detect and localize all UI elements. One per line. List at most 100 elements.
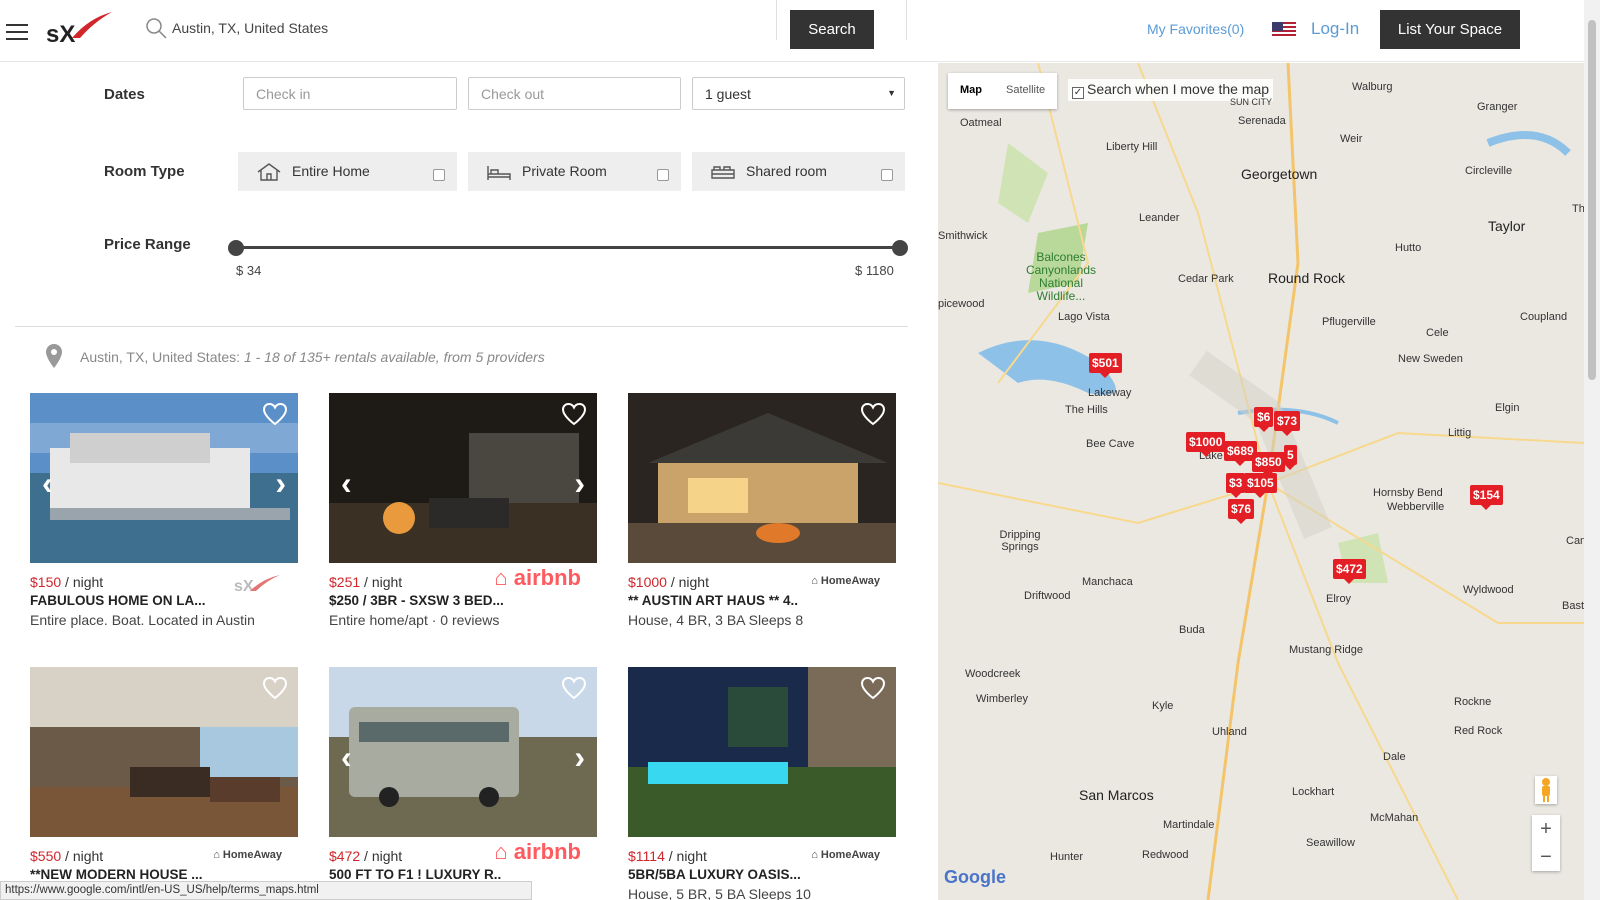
- map-price-pin[interactable]: $105: [1244, 473, 1277, 498]
- house-icon: [256, 162, 282, 185]
- next-photo-arrow-icon[interactable]: ›: [574, 465, 585, 502]
- prev-photo-arrow-icon[interactable]: ‹: [341, 465, 352, 502]
- map-place-label: Dale: [1383, 751, 1406, 763]
- listing-price-unit: / night: [65, 574, 104, 590]
- divider: [15, 326, 908, 327]
- price-slider-track[interactable]: [235, 246, 900, 249]
- room-type-entire-home[interactable]: Entire Home: [238, 152, 457, 191]
- listing-photo[interactable]: [30, 667, 298, 837]
- listing-price-unit: / night: [670, 574, 709, 590]
- map-place-label: Cedar Park: [1178, 273, 1234, 285]
- map-place-label: SUN CITY: [1230, 97, 1273, 107]
- favorite-heart-icon[interactable]: [860, 402, 886, 431]
- map-price-pin[interactable]: 5: [1284, 445, 1297, 470]
- map-price-pin[interactable]: $6: [1254, 407, 1274, 432]
- map-panel[interactable]: Map Satellite ✓ Search when I move the ma…: [938, 63, 1584, 900]
- listing-title[interactable]: 500 FT TO F1 ! LUXURY R..: [329, 867, 597, 882]
- room-type-private-room[interactable]: Private Room: [468, 152, 681, 191]
- favorite-heart-icon[interactable]: [561, 676, 587, 705]
- price-min-handle[interactable]: [228, 240, 244, 256]
- room-type-shared-room[interactable]: Shared room: [692, 152, 905, 191]
- prev-photo-arrow-icon[interactable]: ‹: [341, 739, 352, 776]
- check-out-field[interactable]: Check out: [468, 77, 681, 110]
- listing-photo[interactable]: [628, 393, 896, 563]
- listing-title[interactable]: ** AUSTIN ART HAUS ** 4..: [628, 593, 896, 608]
- check-in-field[interactable]: Check in: [243, 77, 457, 110]
- location-pin-icon: [45, 343, 63, 374]
- list-your-space-button[interactable]: List Your Space: [1380, 10, 1520, 49]
- favorite-heart-icon[interactable]: [860, 676, 886, 705]
- map-place-label: Rockne: [1454, 696, 1492, 708]
- map-type-map[interactable]: Map: [948, 73, 994, 109]
- search-button[interactable]: Search: [790, 10, 874, 49]
- map-place-label: Leander: [1139, 212, 1180, 224]
- listing-card[interactable]: $1114 / night 5BR/5BA LUXURY OASIS... Ho…: [628, 667, 896, 900]
- price-max-value: $ 1180: [855, 263, 894, 278]
- private-room-checkbox[interactable]: [657, 169, 669, 181]
- favorite-heart-icon[interactable]: [262, 676, 288, 705]
- listing-title[interactable]: 5BR/5BA LUXURY OASIS...: [628, 867, 896, 882]
- shared-room-checkbox[interactable]: [881, 169, 893, 181]
- scrollbar-thumb[interactable]: [1588, 20, 1596, 380]
- listing-photo[interactable]: ‹ ›: [329, 667, 597, 837]
- zoom-control[interactable]: + −: [1532, 815, 1560, 871]
- map-type-control[interactable]: Map Satellite: [948, 73, 1058, 109]
- listing-price-amount: $150: [30, 574, 62, 590]
- map-price-pin[interactable]: $472: [1333, 559, 1366, 584]
- login-link[interactable]: Log-In: [1311, 19, 1359, 39]
- map-place-label: Wyldwood: [1463, 584, 1514, 596]
- map-place-label: Lago Vista: [1058, 311, 1110, 323]
- price-max-handle[interactable]: [892, 240, 908, 256]
- listing-subtitle: House, 5 BR, 5 BA Sleeps 10: [628, 886, 811, 900]
- location-search-input[interactable]: [172, 12, 752, 44]
- map-place-label: Littig: [1448, 427, 1472, 439]
- zoom-in-button[interactable]: +: [1532, 815, 1560, 843]
- map-price-pin[interactable]: $3: [1226, 473, 1246, 498]
- room-type-label-private: Private Room: [522, 163, 607, 179]
- listing-card[interactable]: ‹ › $150 / night FABULOUS HOME ON LA... …: [30, 393, 298, 628]
- listing-price-amount: $251: [329, 574, 361, 590]
- listing-card[interactable]: $1000 / night ** AUSTIN ART HAUS ** 4.. …: [628, 393, 896, 628]
- map-place-label: Liberty Hill: [1106, 141, 1158, 153]
- next-photo-arrow-icon[interactable]: ›: [574, 739, 585, 776]
- map-place-label: Circleville: [1465, 165, 1513, 177]
- listing-card[interactable]: ‹ › $251 / night $250 / 3BR - SXSW 3 BED…: [329, 393, 597, 628]
- listing-photo[interactable]: ‹ ›: [30, 393, 298, 563]
- map-price-pin[interactable]: $73: [1274, 411, 1301, 436]
- map-price-pin[interactable]: $154: [1470, 485, 1503, 510]
- favorite-heart-icon[interactable]: [561, 402, 587, 431]
- listing-title[interactable]: **NEW MODERN HOUSE ...: [30, 867, 298, 882]
- sx-logo[interactable]: sX: [44, 8, 114, 48]
- provider-sx-logo: sX: [232, 571, 282, 600]
- listing-title[interactable]: $250 / 3BR - SXSW 3 BED...: [329, 593, 597, 608]
- my-favorites-link[interactable]: My Favorites(0): [1147, 21, 1244, 37]
- page-scrollbar[interactable]: [1584, 0, 1600, 900]
- map-price-pin[interactable]: $850: [1252, 452, 1285, 477]
- listing-subtitle: House, 4 BR, 3 BA Sleeps 8: [628, 612, 804, 628]
- google-logo[interactable]: Google: [944, 867, 1006, 888]
- listing-photo[interactable]: [628, 667, 896, 837]
- us-flag-icon[interactable]: [1272, 22, 1296, 38]
- search-on-move-checkbox[interactable]: ✓: [1072, 87, 1084, 99]
- zoom-out-button[interactable]: −: [1532, 843, 1560, 871]
- prev-photo-arrow-icon[interactable]: ‹: [42, 465, 53, 502]
- next-photo-arrow-icon[interactable]: ›: [275, 465, 286, 502]
- map-price-pin[interactable]: $501: [1089, 353, 1122, 378]
- guests-select[interactable]: 1 guest ▼: [692, 77, 905, 110]
- listing-card[interactable]: ‹ › $472 / night 500 FT TO F1 ! LUXURY R…: [329, 667, 597, 886]
- street-view-pegman-icon[interactable]: [1535, 776, 1557, 804]
- homeaway-label: HomeAway: [820, 849, 880, 861]
- listing-price-amount: $1114: [628, 848, 665, 864]
- map-place-label: San Marcos: [1079, 787, 1154, 803]
- listing-photo[interactable]: ‹ ›: [329, 393, 597, 563]
- bed-icon: [486, 162, 512, 185]
- results-panel: Dates Check in Check out 1 guest ▼ Room …: [0, 63, 938, 900]
- favorite-heart-icon[interactable]: [262, 402, 288, 431]
- menu-icon[interactable]: [6, 24, 28, 40]
- map-price-pin[interactable]: $76: [1228, 499, 1255, 524]
- map-type-satellite[interactable]: Satellite: [994, 73, 1057, 109]
- listing-card[interactable]: $550 / night **NEW MODERN HOUSE ... ⌂ Ho…: [30, 667, 298, 886]
- search-icon: [144, 16, 168, 45]
- map-price-pin[interactable]: $1000: [1186, 432, 1226, 457]
- entire-home-checkbox[interactable]: [433, 169, 445, 181]
